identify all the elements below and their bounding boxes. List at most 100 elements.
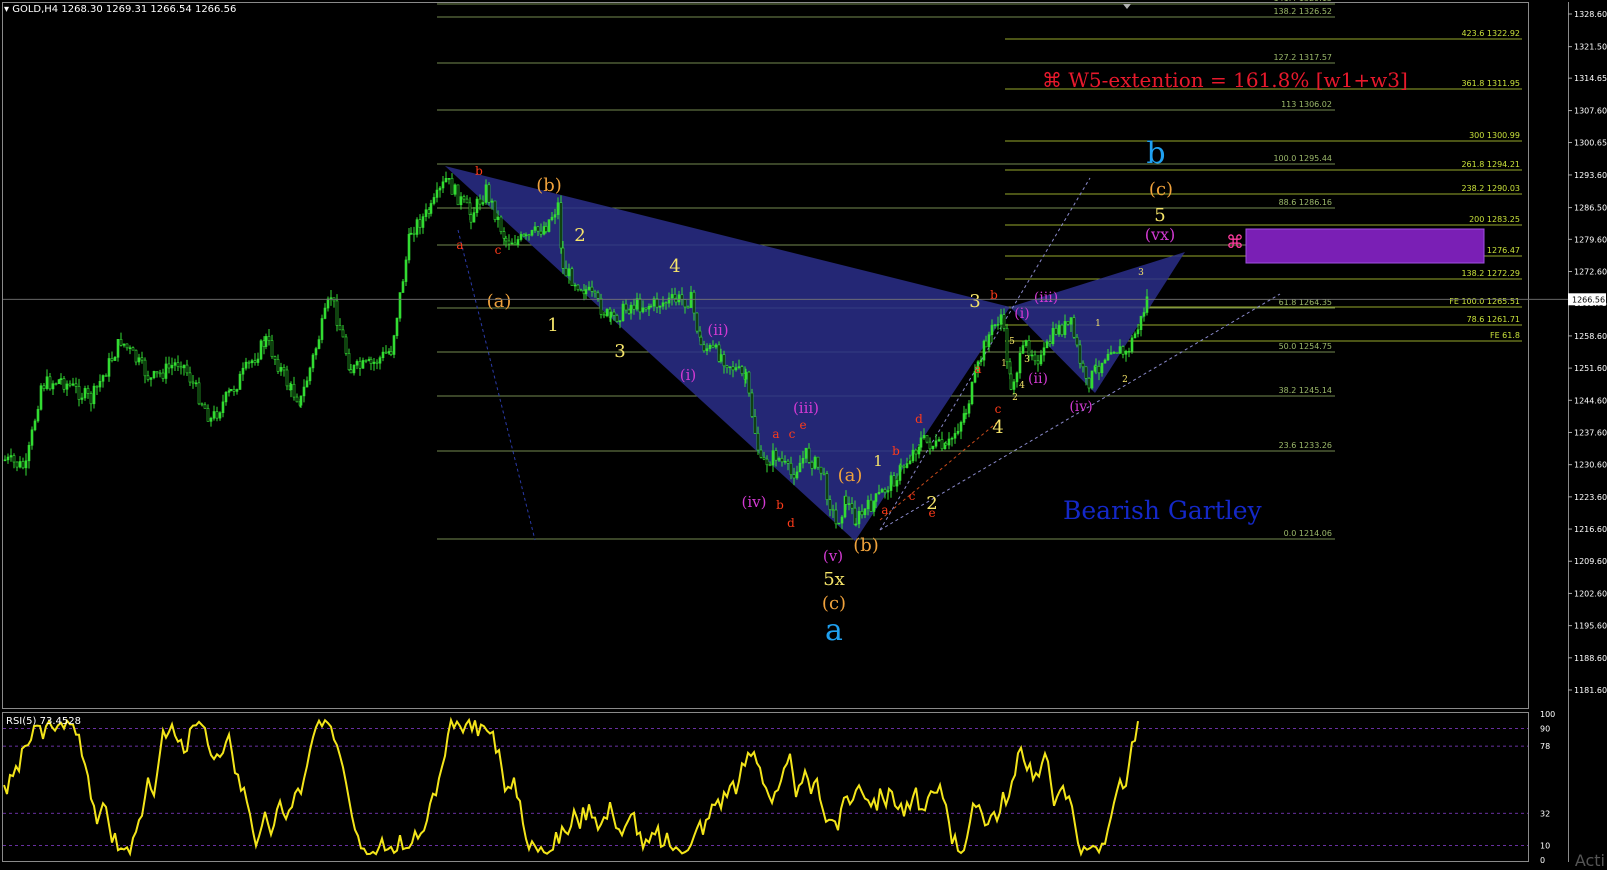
- price-tick-label: 1307.60: [1574, 107, 1607, 116]
- candle-body: [447, 178, 451, 180]
- candle-body: [335, 300, 339, 326]
- candle-body: [104, 375, 108, 377]
- candle-body: [170, 365, 174, 369]
- candle-body: [828, 499, 832, 510]
- candle-body: [54, 383, 58, 385]
- wave-label: a: [772, 427, 779, 441]
- candle-body: [567, 268, 571, 277]
- candle-body: [547, 219, 551, 232]
- candle-body: [1139, 315, 1143, 330]
- price-tick-label: 1328.60: [1574, 10, 1607, 19]
- candle-body: [902, 465, 906, 468]
- candle-body: [18, 461, 22, 468]
- candle-body: [48, 376, 52, 390]
- price-tick-label: 1188.60: [1574, 654, 1607, 663]
- candle-body: [89, 393, 93, 405]
- candle-body: [341, 329, 345, 338]
- candle-body: [493, 200, 497, 220]
- candle-body: [880, 489, 884, 493]
- candle-body: [200, 403, 204, 406]
- candle-body: [624, 303, 628, 311]
- candle-body: [209, 417, 213, 422]
- dropdown-triangle-icon[interactable]: ▾: [4, 4, 9, 15]
- candle-body: [98, 381, 102, 388]
- candle-body: [950, 437, 954, 440]
- rsi-axis-label: 32: [1540, 809, 1550, 818]
- candle-body: [711, 344, 715, 348]
- candle-body: [352, 364, 356, 374]
- candle-body: [227, 390, 231, 393]
- candle-body: [42, 385, 46, 389]
- wave-label: b: [892, 444, 900, 458]
- candle-body: [389, 351, 393, 355]
- candle-body: [1133, 333, 1137, 339]
- fib-retracement-label: 88.6 1286.16: [1279, 198, 1332, 207]
- rsi-axis-label: 10: [1540, 841, 1550, 850]
- candle-body: [51, 383, 55, 390]
- candle-body: [9, 455, 13, 458]
- candle-body: [444, 178, 448, 183]
- candle-body: [686, 306, 690, 309]
- candle-body: [173, 362, 177, 366]
- wave-label: (iii): [793, 399, 819, 417]
- dashed-trendline: [457, 229, 536, 541]
- candle-body: [1054, 328, 1058, 335]
- candle-body: [1009, 373, 1013, 390]
- candle-body: [661, 302, 665, 307]
- candle-body: [1115, 352, 1119, 354]
- candle-body: [753, 416, 757, 434]
- candle-body: [92, 385, 96, 405]
- trading-chart-window: 141.4 1329.15 138.2 1326.52 127.2 1317.57 1…: [0, 0, 1607, 870]
- candle-body: [182, 364, 186, 369]
- wave-label: (b): [853, 535, 879, 556]
- fib-retracement-label: 50.0 1254.75: [1279, 342, 1332, 351]
- wave-label: 1: [873, 452, 883, 470]
- candle-body: [95, 385, 99, 388]
- candle-body: [392, 335, 396, 355]
- candle-body: [465, 198, 469, 204]
- candle-body: [987, 334, 991, 348]
- wave-label: 4: [992, 417, 1003, 438]
- candle-body: [621, 303, 625, 322]
- candle-body: [191, 381, 195, 384]
- candle-body: [384, 351, 388, 354]
- candle-body: [68, 383, 72, 386]
- candle-body: [247, 361, 251, 364]
- candle-body: [361, 360, 365, 369]
- wave-label: (iv): [742, 493, 767, 511]
- candle-body: [128, 347, 132, 349]
- wave-label: 1: [1001, 359, 1007, 369]
- candle-body: [1081, 362, 1085, 368]
- candle-body: [655, 298, 659, 308]
- rsi-axis-label: 0: [1540, 856, 1545, 864]
- wave-label: 3: [614, 341, 625, 362]
- candle-body: [527, 234, 531, 236]
- main-price-chart[interactable]: 141.4 1329.15 138.2 1326.52 127.2 1317.57 1…: [0, 0, 1607, 865]
- rsi-axis-label: 100: [1540, 710, 1555, 719]
- candle-body: [889, 475, 893, 491]
- candle-body: [435, 189, 439, 198]
- candle-body: [238, 373, 242, 390]
- candle-body: [1048, 341, 1052, 345]
- candle-body: [295, 396, 299, 403]
- fib-extension-label: 423.6 1322.92: [1461, 29, 1520, 38]
- candle-body: [1136, 329, 1140, 335]
- price-tick-label: 1216.60: [1574, 525, 1607, 534]
- candle-body: [415, 219, 419, 235]
- candle-body: [507, 240, 511, 245]
- candle-body: [570, 268, 574, 286]
- candle-body: [3, 459, 7, 462]
- candle-body: [539, 230, 543, 235]
- candle-body: [708, 344, 712, 349]
- candle-body: [1087, 378, 1091, 389]
- candle-body: [27, 445, 31, 462]
- candle-body: [667, 297, 671, 304]
- candle-body: [113, 356, 117, 361]
- candle-body: [940, 439, 944, 450]
- candle-body: [795, 471, 799, 479]
- candle-body: [347, 353, 351, 370]
- candle-body: [860, 511, 864, 516]
- candle-body: [877, 491, 881, 494]
- candle-body: [197, 382, 201, 405]
- candle-body: [759, 449, 763, 458]
